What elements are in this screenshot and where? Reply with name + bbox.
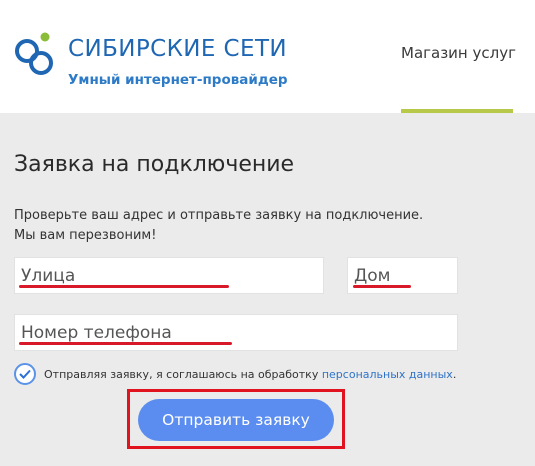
consent-checkbox[interactable] (14, 363, 36, 385)
brand-tagline: Умный интернет-провайдер (68, 72, 288, 88)
submit-request-button[interactable]: Отправить заявку (138, 399, 334, 441)
intro-line-2: Мы вам перезвоним! (14, 228, 157, 243)
house-input[interactable] (347, 257, 458, 294)
nav-service-shop[interactable]: Магазин услуг (401, 44, 516, 62)
form-title: Заявка на подключение (14, 152, 295, 177)
phone-input[interactable] (14, 314, 458, 351)
phone-annotation-underline (19, 342, 232, 345)
intro-line-1: Проверьте ваш адрес и отправьте заявку н… (14, 208, 424, 223)
checkmark-icon (19, 369, 31, 379)
brand-name[interactable]: СИБИРСКИЕ СЕТИ (68, 36, 287, 62)
personal-data-link[interactable]: персональных данных (322, 368, 453, 381)
site-header: СИБИРСКИЕ СЕТИ Умный интернет-провайдер … (0, 0, 535, 113)
street-input[interactable] (14, 257, 324, 294)
consent-text: Отправляя заявку, я соглашаюсь на обрабо… (44, 368, 456, 381)
street-annotation-underline (19, 285, 229, 288)
house-annotation-underline (353, 285, 411, 288)
nav-active-underline (401, 109, 513, 113)
consent-period: . (452, 368, 457, 381)
consent-label: Отправляя заявку, я соглашаюсь на обрабо… (44, 368, 319, 381)
sibirskie-seti-logo-icon[interactable] (12, 30, 60, 76)
form-intro: Проверьте ваш адрес и отправьте заявку н… (14, 206, 423, 246)
